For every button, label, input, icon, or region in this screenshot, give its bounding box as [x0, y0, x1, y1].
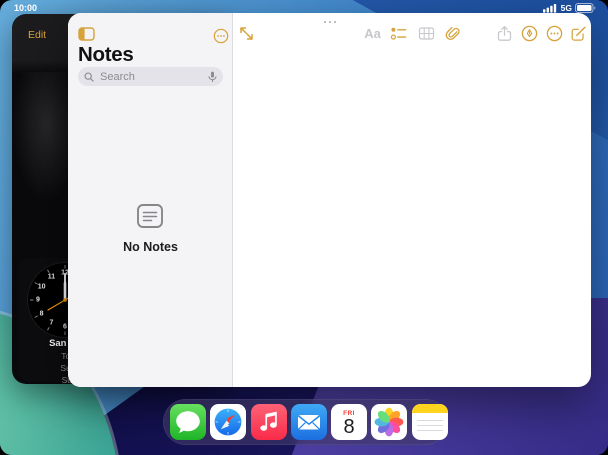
share-button[interactable]	[496, 25, 513, 42]
empty-state-label: No Notes	[123, 240, 178, 254]
no-notes-icon	[137, 204, 163, 228]
dock-app-calendar[interactable]: FRI 8	[331, 404, 367, 440]
photos-icon	[374, 407, 404, 437]
sidebar-title: Notes	[78, 43, 134, 66]
checklist-button[interactable]	[390, 25, 407, 42]
dock-app-safari[interactable]	[210, 404, 247, 440]
attach-button[interactable]	[444, 25, 461, 42]
music-icon	[259, 411, 277, 431]
dictation-mic-icon[interactable]	[208, 71, 217, 83]
edit-button[interactable]: Edit	[28, 29, 46, 41]
note-more-button[interactable]	[546, 25, 563, 42]
messages-icon	[176, 411, 200, 433]
toggle-sidebar-icon[interactable]	[78, 27, 95, 41]
notes-icon-band	[411, 404, 448, 413]
dock-app-mail[interactable]	[290, 404, 327, 440]
world-map-art	[12, 72, 70, 202]
notes-app-window: Notes No Notes	[68, 13, 591, 387]
mail-icon	[297, 415, 320, 430]
search-input[interactable]	[98, 69, 204, 84]
status-time: 10:00	[14, 3, 38, 13]
dock-app-messages[interactable]	[170, 404, 206, 440]
status-right-cluster: 5G	[542, 3, 596, 13]
battery-icon	[575, 3, 596, 13]
network-type: 5G	[560, 3, 572, 13]
calendar-day: 8	[343, 415, 355, 438]
table-button[interactable]	[418, 25, 435, 42]
search-icon	[84, 71, 94, 82]
dock-app-photos[interactable]	[371, 404, 408, 440]
safari-icon	[214, 408, 242, 436]
ipad-screen: Edit 12 1 2 3 4 5 6 7 8 9 10 11	[0, 0, 608, 455]
window-controls-handle[interactable]	[317, 18, 343, 26]
dock-app-music[interactable]	[250, 404, 287, 440]
format-text-button[interactable]: Aa	[364, 25, 381, 42]
markup-button[interactable]	[521, 25, 538, 42]
dock-app-notes[interactable]	[411, 404, 448, 440]
more-options-icon[interactable]	[213, 28, 229, 44]
signal-bars-icon	[542, 4, 556, 13]
search-field[interactable]	[78, 67, 223, 86]
expand-note-icon[interactable]	[239, 26, 254, 41]
notes-sidebar: Notes No Notes	[68, 13, 233, 387]
dock: FRI 8	[163, 399, 448, 445]
compose-button[interactable]	[570, 25, 587, 42]
